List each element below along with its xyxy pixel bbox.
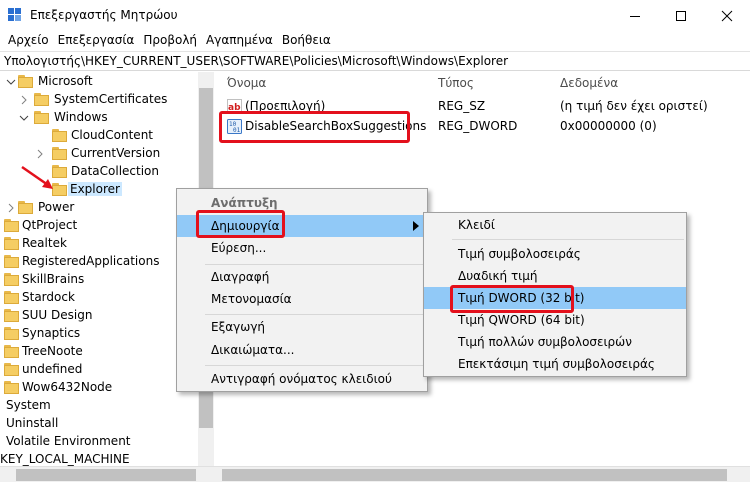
submenu-item-multi-string-value[interactable]: Τιμή πολλών συμβολοσειρών	[424, 331, 686, 353]
folder-icon	[34, 111, 49, 124]
folder-icon	[4, 219, 19, 232]
menu-view[interactable]: Προβολή	[139, 31, 202, 51]
menu-item-delete[interactable]: Διαγραφή	[177, 266, 427, 288]
tree-item-label: CurrentVersion	[71, 146, 161, 160]
column-header-data[interactable]: Δεδομένα	[560, 76, 618, 90]
minimize-icon	[630, 15, 640, 17]
tree-item-label: System	[6, 398, 51, 412]
folder-icon	[4, 291, 19, 304]
values-scrollbar-thumb[interactable]	[222, 469, 727, 481]
column-header-name[interactable]: Όνομα	[227, 76, 266, 90]
minimize-button[interactable]	[612, 0, 658, 31]
tree-item-label: Windows	[54, 110, 108, 124]
submenu-item-key[interactable]: Κλειδί	[424, 214, 686, 236]
tree-item-label: Volatile Environment	[6, 434, 131, 448]
collapse-arrow-icon	[6, 79, 16, 85]
menu-separator	[205, 264, 425, 265]
highlight-new-box	[196, 210, 285, 238]
expand-arrow-icon	[21, 95, 27, 105]
folder-icon	[52, 129, 67, 142]
tree-item-label: QtProject	[22, 218, 78, 232]
tree-item-label: KEY_LOCAL_MACHINE	[0, 452, 130, 466]
highlight-dword-box	[450, 285, 574, 313]
maximize-button[interactable]	[658, 0, 704, 31]
folder-icon	[18, 75, 33, 88]
menu-item-export[interactable]: Εξαγωγή	[177, 316, 427, 338]
collapse-arrow-icon	[19, 115, 29, 121]
menu-edit[interactable]: Επεξεργασία	[54, 31, 140, 51]
folder-icon	[4, 381, 19, 394]
tree-item-label: Synaptics	[22, 326, 81, 340]
menu-file[interactable]: Αρχείο	[4, 31, 54, 51]
submenu-item-expandable-string-value[interactable]: Επεκτάσιμη τιμή συμβολοσειράς	[424, 353, 686, 375]
tree-item-label: SystemCertificates	[54, 92, 168, 106]
folder-icon	[4, 345, 19, 358]
expand-arrow-icon	[8, 203, 14, 213]
folder-icon	[52, 147, 67, 160]
folder-icon	[18, 201, 33, 214]
folder-icon	[4, 273, 19, 286]
horizontal-scrollbar[interactable]	[0, 466, 750, 482]
folder-icon	[4, 255, 19, 268]
folder-icon	[4, 237, 19, 250]
column-header-type[interactable]: Τύπος	[438, 76, 474, 90]
tree-item-label: Wow6432Node	[22, 380, 113, 394]
red-arrow-icon	[21, 165, 53, 189]
value-type: REG_SZ	[438, 99, 486, 113]
menu-item-copy-key-name[interactable]: Αντιγραφή ονόματος κλειδιού	[177, 368, 427, 390]
address-bar[interactable]: Υπολογιστής\HKEY_CURRENT_USER\SOFTWARE\P…	[0, 51, 750, 71]
tree-item-label: Uninstall	[6, 416, 59, 430]
tree-item-label: SkillBrains	[22, 272, 85, 286]
title-bar: Επεξεργαστής Μητρώου	[0, 0, 750, 31]
tree-item-label: Stardock	[22, 290, 75, 304]
highlight-value-box	[219, 111, 410, 143]
maximize-icon	[676, 10, 686, 21]
menu-item-permissions[interactable]: Δικαιώματα...	[177, 339, 427, 361]
menu-separator	[205, 314, 425, 315]
menu-separator	[205, 365, 425, 366]
value-data: (η τιμή δεν έχει οριστεί)	[560, 99, 708, 113]
value-type: REG_DWORD	[438, 119, 518, 133]
close-button[interactable]	[704, 0, 750, 31]
tree-item-label: SUU Design	[22, 308, 93, 322]
folder-icon	[4, 363, 19, 376]
value-data: 0x00000000 (0)	[560, 119, 657, 133]
folder-icon	[4, 327, 19, 340]
registry-editor-icon	[8, 8, 22, 22]
close-icon	[721, 10, 733, 21]
menu-favorites[interactable]: Αγαπημένα	[202, 31, 278, 51]
submenu-item-binary-value[interactable]: Δυαδική τιμή	[424, 265, 686, 287]
window-title: Επεξεργαστής Μητρώου	[30, 8, 178, 22]
expand-arrow-icon	[37, 149, 43, 159]
tree-item-label: undefined	[22, 362, 83, 376]
folder-icon	[34, 93, 49, 106]
folder-icon	[4, 309, 19, 322]
menu-help[interactable]: Βοήθεια	[278, 31, 336, 51]
tree-item-label: RegisteredApplications	[22, 254, 160, 268]
tree-item-label: TreeNoote	[22, 344, 83, 358]
tree-scrollbar-thumb[interactable]	[16, 469, 196, 481]
submenu-arrow-icon	[413, 221, 419, 231]
menu-separator	[452, 239, 684, 240]
tree-item-label: Power	[38, 200, 75, 214]
menu-bar: Αρχείο Επεξεργασία Προβολή Αγαπημένα Βοή…	[0, 31, 750, 51]
menu-item-rename[interactable]: Μετονομασία	[177, 288, 427, 310]
menu-item-find[interactable]: Εύρεση...	[177, 237, 427, 259]
tree-item-label: Realtek	[22, 236, 67, 250]
tree-item-label: DataCollection	[71, 164, 160, 178]
tree-item-label: Microsoft	[38, 74, 93, 88]
submenu-item-string-value[interactable]: Τιμή συμβολοσειράς	[424, 243, 686, 265]
tree-item-label: Explorer	[68, 182, 122, 196]
tree-item-label: CloudContent	[71, 128, 154, 142]
